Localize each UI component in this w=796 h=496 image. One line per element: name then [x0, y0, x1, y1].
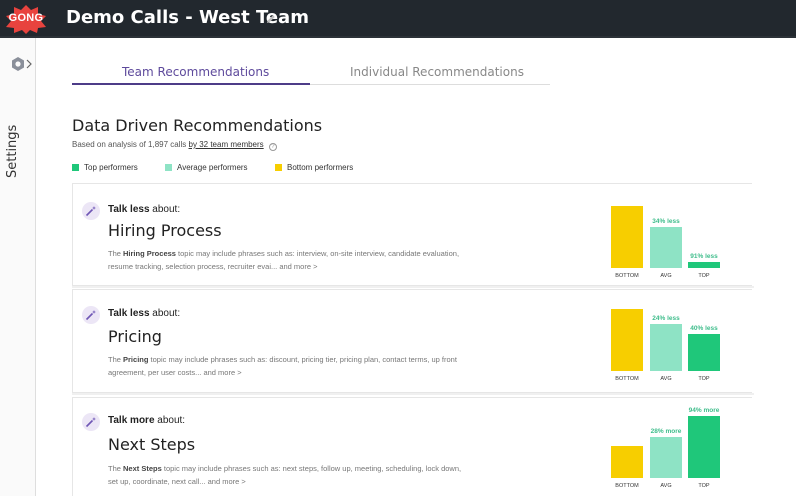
- chart-bar-label: TOP: [698, 483, 710, 489]
- chart-bar-label: BOTTOM: [615, 273, 639, 279]
- analysis-summary-text: Based on analysis of 1,897 calls: [72, 140, 187, 149]
- recommendation-card[interactable]: Talk less about: Hiring Process The Hiri…: [72, 183, 752, 286]
- desc-prefix: The: [108, 355, 124, 364]
- chevron-right-icon[interactable]: [26, 59, 32, 69]
- desc-topic: Pricing: [123, 355, 149, 364]
- desc-prefix: The: [108, 249, 124, 258]
- legend-label-average: Average performers: [177, 163, 248, 172]
- settings-label[interactable]: Settings: [5, 125, 20, 178]
- performer-chart: BOTTOM AVG 24% less TOP 40% less: [607, 295, 727, 385]
- desc-topic: Hiring Process: [123, 249, 176, 258]
- performer-chart: BOTTOM AVG 34% less TOP 91% less: [607, 192, 727, 282]
- top-bar: GONG Demo Calls - West Team: [0, 0, 796, 38]
- card-divider: [72, 393, 754, 395]
- chart-delta-label: 24% less: [652, 315, 680, 322]
- tab-divider: [310, 84, 550, 85]
- tab-individual-recommendations[interactable]: Individual Recommendations: [350, 65, 524, 79]
- recommendation-suffix: about:: [149, 308, 181, 319]
- legend-swatch-bottom: [275, 164, 282, 171]
- topic-title: Hiring Process: [108, 221, 222, 240]
- chart-bar-bottom: [611, 206, 643, 268]
- chart-bar-avg: [650, 324, 682, 371]
- topic-title: Pricing: [108, 327, 162, 346]
- recommendation-verb: Talk less: [108, 308, 150, 319]
- team-members-link[interactable]: by 32 team members: [189, 140, 264, 149]
- chart-bar-avg: [650, 227, 682, 268]
- gong-logo[interactable]: GONG: [4, 4, 48, 34]
- topic-description[interactable]: The Next Steps topic may include phrases…: [108, 463, 468, 488]
- chart-delta-label: 40% less: [690, 325, 718, 332]
- chart-bar-label: AVG: [660, 376, 672, 382]
- recommendation-action: Talk less about:: [108, 204, 180, 215]
- desc-body: topic may include phrases such as: disco…: [108, 355, 457, 377]
- recommendation-suffix: about:: [149, 204, 181, 215]
- recommendation-card[interactable]: Talk less about: Pricing The Pricing top…: [72, 289, 752, 393]
- legend-average: Average performers: [165, 163, 248, 172]
- topic-description[interactable]: The Hiring Process topic may include phr…: [108, 248, 468, 273]
- chart-delta-label: 91% less: [690, 253, 718, 260]
- section-heading: Data Driven Recommendations: [72, 116, 323, 135]
- recommendation-action: Talk less about:: [108, 308, 180, 319]
- help-icon[interactable]: ?: [268, 143, 277, 151]
- recommendation-card[interactable]: Talk more about: Next Steps The Next Ste…: [72, 397, 752, 496]
- recommendation-verb: Talk less: [108, 204, 150, 215]
- tab-team-recommendations[interactable]: Team Recommendations: [122, 65, 269, 79]
- desc-body: topic may include phrases such as: next …: [108, 464, 462, 486]
- settings-gear-icon[interactable]: [10, 56, 26, 72]
- topic-description[interactable]: The Pricing topic may include phrases su…: [108, 354, 468, 379]
- chart-bar-avg: [650, 437, 682, 478]
- chart-bar-label: TOP: [698, 376, 710, 382]
- legend-label-top: Top performers: [84, 163, 138, 172]
- recommendation-suffix: about:: [154, 415, 186, 426]
- chart-bar-bottom: [611, 309, 643, 371]
- chart-bar-label: TOP: [698, 273, 710, 279]
- chart-bar-bottom: [611, 446, 643, 478]
- tab-bar: Team Recommendations Individual Recommen…: [72, 60, 550, 86]
- legend-swatch-average: [165, 164, 172, 171]
- recommendation-action: Talk more about:: [108, 415, 185, 426]
- desc-prefix: The: [108, 464, 124, 473]
- chart-bar-top: [688, 334, 720, 371]
- active-tab-indicator: [72, 83, 310, 85]
- chart-bar-label: BOTTOM: [615, 376, 639, 382]
- legend-bottom: Bottom performers: [275, 163, 353, 172]
- topic-title: Next Steps: [108, 435, 196, 454]
- pencil-icon[interactable]: [265, 13, 277, 25]
- legend-top: Top performers: [72, 163, 138, 172]
- magic-wand-icon: [82, 413, 100, 431]
- magic-wand-icon: [82, 202, 100, 220]
- chart-bar-label: BOTTOM: [615, 483, 639, 489]
- recommendation-verb: Talk more: [108, 415, 155, 426]
- settings-sidebar: Settings: [0, 38, 36, 496]
- analysis-summary: Based on analysis of 1,897 calls by 32 t…: [72, 140, 277, 151]
- chart-bar-top: [688, 262, 720, 268]
- chart-bar-top: [688, 416, 720, 478]
- chart-delta-label: 28% more: [650, 428, 682, 435]
- legend-label-bottom: Bottom performers: [287, 163, 354, 172]
- chart-delta-label: 94% more: [688, 407, 720, 414]
- desc-topic: Next Steps: [123, 464, 162, 473]
- legend-swatch-top: [72, 164, 79, 171]
- chart-delta-label: 34% less: [652, 218, 680, 225]
- performer-chart: BOTTOM AVG 28% more TOP 94% more: [607, 402, 727, 492]
- magic-wand-icon: [82, 306, 100, 324]
- logo-text: GONG: [8, 12, 44, 24]
- chart-bar-label: AVG: [660, 483, 672, 489]
- chart-bar-label: AVG: [660, 273, 672, 279]
- card-divider: [72, 286, 754, 288]
